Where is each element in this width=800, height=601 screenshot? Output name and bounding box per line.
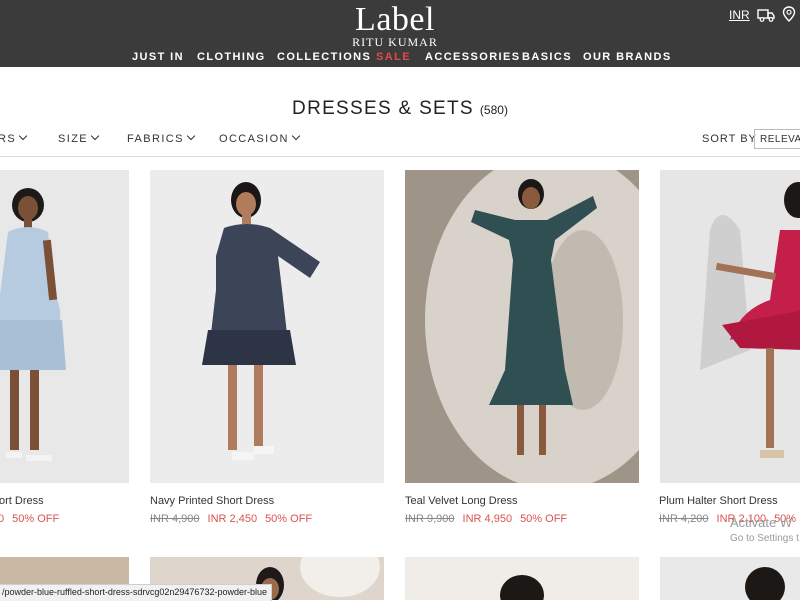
product-image[interactable] [405, 170, 639, 483]
original-price: INR 4,900 [150, 513, 200, 525]
sort-select[interactable]: RELEVANCE [754, 129, 800, 149]
nav-our-brands[interactable]: OUR BRANDS [583, 51, 672, 63]
product-name[interactable]: Plum Halter Short Dress [659, 495, 778, 507]
logo-main-text: Label [355, 1, 435, 38]
main-nav: JUST IN CLOTHING COLLECTIONS SALE ACCESS… [0, 51, 800, 65]
location-pin-icon[interactable] [782, 6, 796, 22]
sale-price: INR 2,450 [207, 513, 258, 525]
activate-windows-sub: Go to Settings t [730, 533, 799, 544]
chevron-down-icon [291, 131, 301, 141]
product-price: INR 9,900 INR 4,950 50% OFF [405, 513, 567, 525]
sort-label: SORT BY [702, 133, 757, 145]
truck-icon[interactable] [757, 8, 775, 22]
product-price: INR 4,900 INR 2,450 50% OFF [150, 513, 312, 525]
page-title: DRESSES & SETS (580) [0, 98, 800, 120]
nav-just-in[interactable]: JUST IN [132, 51, 184, 63]
nav-accessories[interactable]: ACCESSORIES [425, 51, 520, 63]
original-price: INR 9,900 [405, 513, 455, 525]
discount-badge: 50% OFF [265, 513, 313, 525]
discount-badge: 50% OFF [12, 513, 60, 525]
discount-badge: 50% OFF [520, 513, 568, 525]
model-photo [745, 567, 785, 600]
page-title-text: DRESSES & SETS [292, 98, 474, 119]
model-photo [500, 575, 544, 600]
product-name[interactable]: ort Dress [0, 495, 44, 507]
product-image[interactable] [660, 170, 800, 483]
filter-colors[interactable]: RS [0, 131, 28, 145]
product-image[interactable] [660, 557, 800, 600]
original-price: INR 4,200 [659, 513, 709, 525]
logo-sub-text: RITU KUMAR [352, 35, 438, 49]
model-photo-teal-velvet-dress [425, 170, 639, 483]
chevron-down-icon [186, 131, 196, 141]
sale-price: 0 [0, 513, 5, 525]
nav-collections[interactable]: COLLECTIONS [277, 51, 371, 63]
filter-occasion[interactable]: OCCASION [219, 131, 301, 145]
product-name[interactable]: Navy Printed Short Dress [150, 495, 274, 507]
nav-basics[interactable]: BASICS [522, 51, 572, 63]
model-photo-navy-dress [202, 182, 320, 460]
filter-label: SIZE [58, 133, 89, 145]
filter-label: OCCASION [219, 133, 289, 145]
product-price: 0 50% OFF [0, 513, 59, 525]
brand-logo[interactable]: Label RITU KUMAR [340, 1, 450, 49]
product-image[interactable] [150, 170, 384, 483]
nav-sale[interactable]: SALE [376, 51, 411, 63]
filter-size[interactable]: SIZE [58, 131, 100, 145]
filter-divider [0, 156, 800, 157]
model-photo-plum-halter-dress [700, 182, 800, 458]
chevron-down-icon [18, 131, 28, 141]
product-image[interactable] [0, 170, 129, 483]
link-status-bar: /powder-blue-ruffled-short-dress-sdrvcg0… [0, 584, 272, 601]
product-image[interactable] [405, 557, 639, 600]
sale-price: INR 4,950 [462, 513, 513, 525]
nav-clothing[interactable]: CLOTHING [197, 51, 266, 63]
product-name[interactable]: Teal Velvet Long Dress [405, 495, 518, 507]
chevron-down-icon [90, 131, 100, 141]
filter-fabrics[interactable]: FABRICS [127, 131, 196, 145]
currency-selector[interactable]: INR [729, 8, 750, 22]
filter-label: FABRICS [127, 133, 184, 145]
filter-label: RS [0, 133, 17, 145]
product-count: (580) [479, 103, 508, 117]
activate-windows-title: Activate W [730, 515, 793, 530]
model-photo-powder-blue-dress [0, 188, 66, 461]
top-header: Label RITU KUMAR INR JUST IN CLOTHING CO… [0, 0, 800, 67]
